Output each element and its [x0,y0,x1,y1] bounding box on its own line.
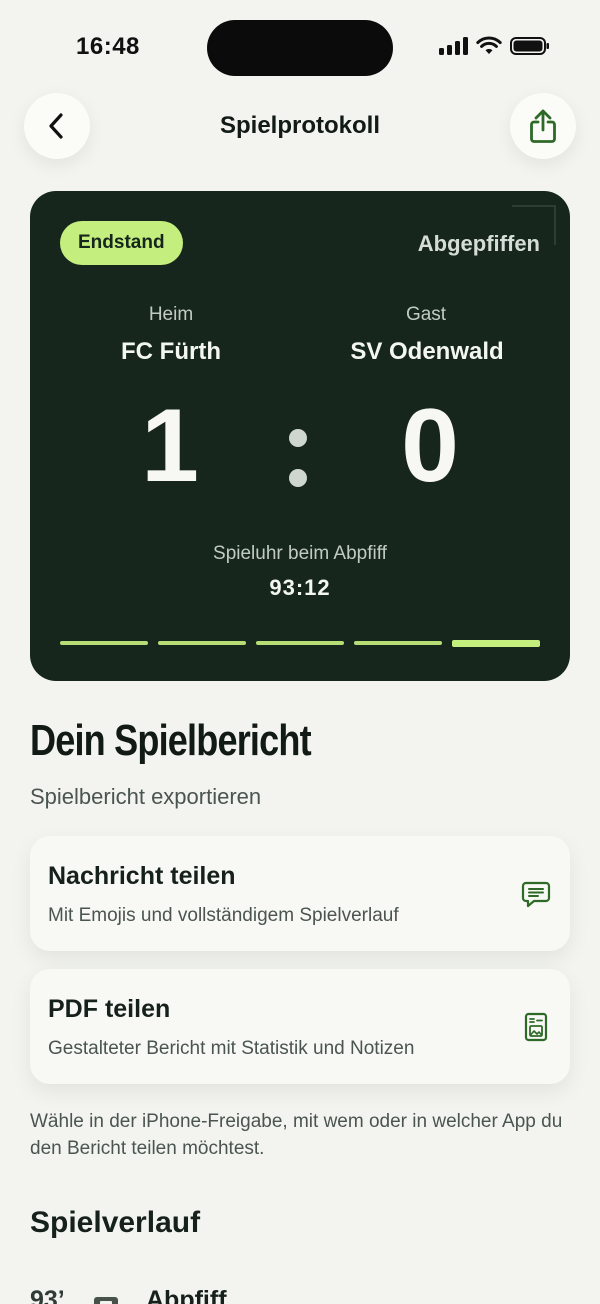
share-button[interactable] [510,93,576,159]
clock-value: 93:12 [269,575,331,600]
progress-segment [354,641,442,645]
share-pdf-card[interactable]: PDF teilen Gestalteter Bericht mit Stati… [30,969,570,1084]
match-status: Abgepfiffen [417,231,540,256]
home-score: 1 [141,388,199,504]
share-pdf-title: PDF teilen [48,995,171,1023]
progress-segment [256,641,344,645]
home-team-name: FC Fürth [121,338,221,365]
clock-label: Spieluhr beim Abpfiff [213,543,387,564]
event-title: Abpfiff [146,1286,227,1304]
share-icon [530,109,556,143]
flag-icon [94,1297,118,1304]
status-icons [439,36,550,56]
progress-segment [158,641,246,645]
share-hint: Wähle in der iPhone-Freigabe, mit wem od… [30,1111,563,1159]
progress-segment [60,641,148,645]
share-pdf-description: Gestalteter Bericht mit Statistik und No… [48,1038,415,1059]
share-message-card[interactable]: Nachricht teilen Mit Emojis und vollstän… [30,836,570,951]
cellular-signal-icon [439,37,468,55]
match-progress-bar [60,639,540,647]
timeline-event: 93’ Abpfiff [30,1286,570,1304]
match-report-screen: 16:48 Spielprotokoll Endstand Abgepfiffe… [0,0,600,1304]
away-team-label: Gast [405,304,447,325]
document-icon [524,1012,548,1042]
wifi-icon [476,36,502,54]
final-score-badge: Endstand [60,221,183,265]
share-message-title: Nachricht teilen [48,862,236,890]
status-time: 16:48 [76,33,140,60]
report-subheading: Spielbericht exportieren [30,784,262,809]
home-team-label: Heim [148,304,194,325]
share-message-description: Mit Emojis und vollständigem Spielverlau… [48,905,399,926]
dynamic-island [207,20,393,76]
battery-icon [510,37,549,55]
away-score: 0 [401,388,459,504]
message-icon [521,881,551,908]
progress-segment [452,639,540,647]
scoreboard-card: Endstand Abgepfiffen Heim Gast FC Fürth … [30,191,570,681]
event-minute: 93’ [30,1286,65,1304]
score-separator [287,429,309,489]
away-team-name: SV Odenwald [350,338,504,365]
timeline-heading: Spielverlauf [30,1206,201,1239]
report-heading: Dein Spielbericht [30,716,312,765]
